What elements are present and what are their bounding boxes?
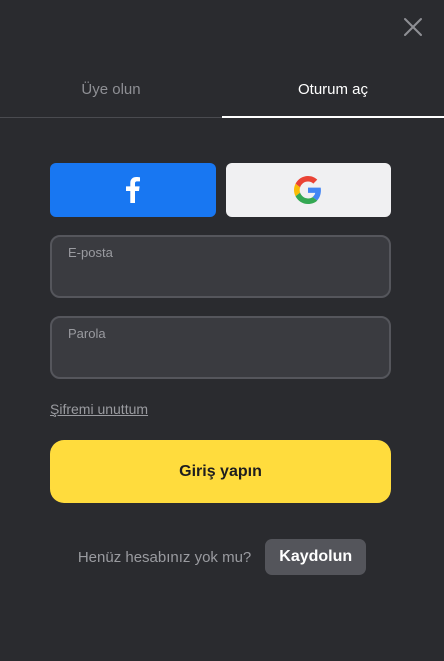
signup-button[interactable]: Kaydolun [265,539,367,575]
social-login-row [50,163,391,217]
google-icon [294,176,322,204]
email-input[interactable] [68,264,373,281]
close-button[interactable] [402,16,424,38]
facebook-login-button[interactable] [50,163,216,217]
signup-row: Henüz hesabınız yok mu? Kaydolun [0,539,444,575]
forgot-password-link[interactable]: Şifremi unuttum [50,401,148,417]
auth-tabs: Üye olun Oturum aç [0,70,444,118]
password-input[interactable] [68,345,373,362]
email-label: E-posta [68,245,113,260]
tab-register[interactable]: Üye olun [0,70,222,117]
tab-login[interactable]: Oturum aç [222,70,444,118]
google-login-button[interactable] [225,163,391,217]
password-label: Parola [68,326,106,341]
facebook-icon [125,177,140,203]
signup-prompt: Henüz hesabınız yok mu? [77,548,252,566]
password-field[interactable]: Parola [50,316,391,379]
close-icon [404,18,422,36]
email-field[interactable]: E-posta [50,235,391,298]
login-button[interactable]: Giriş yapın [50,440,391,503]
